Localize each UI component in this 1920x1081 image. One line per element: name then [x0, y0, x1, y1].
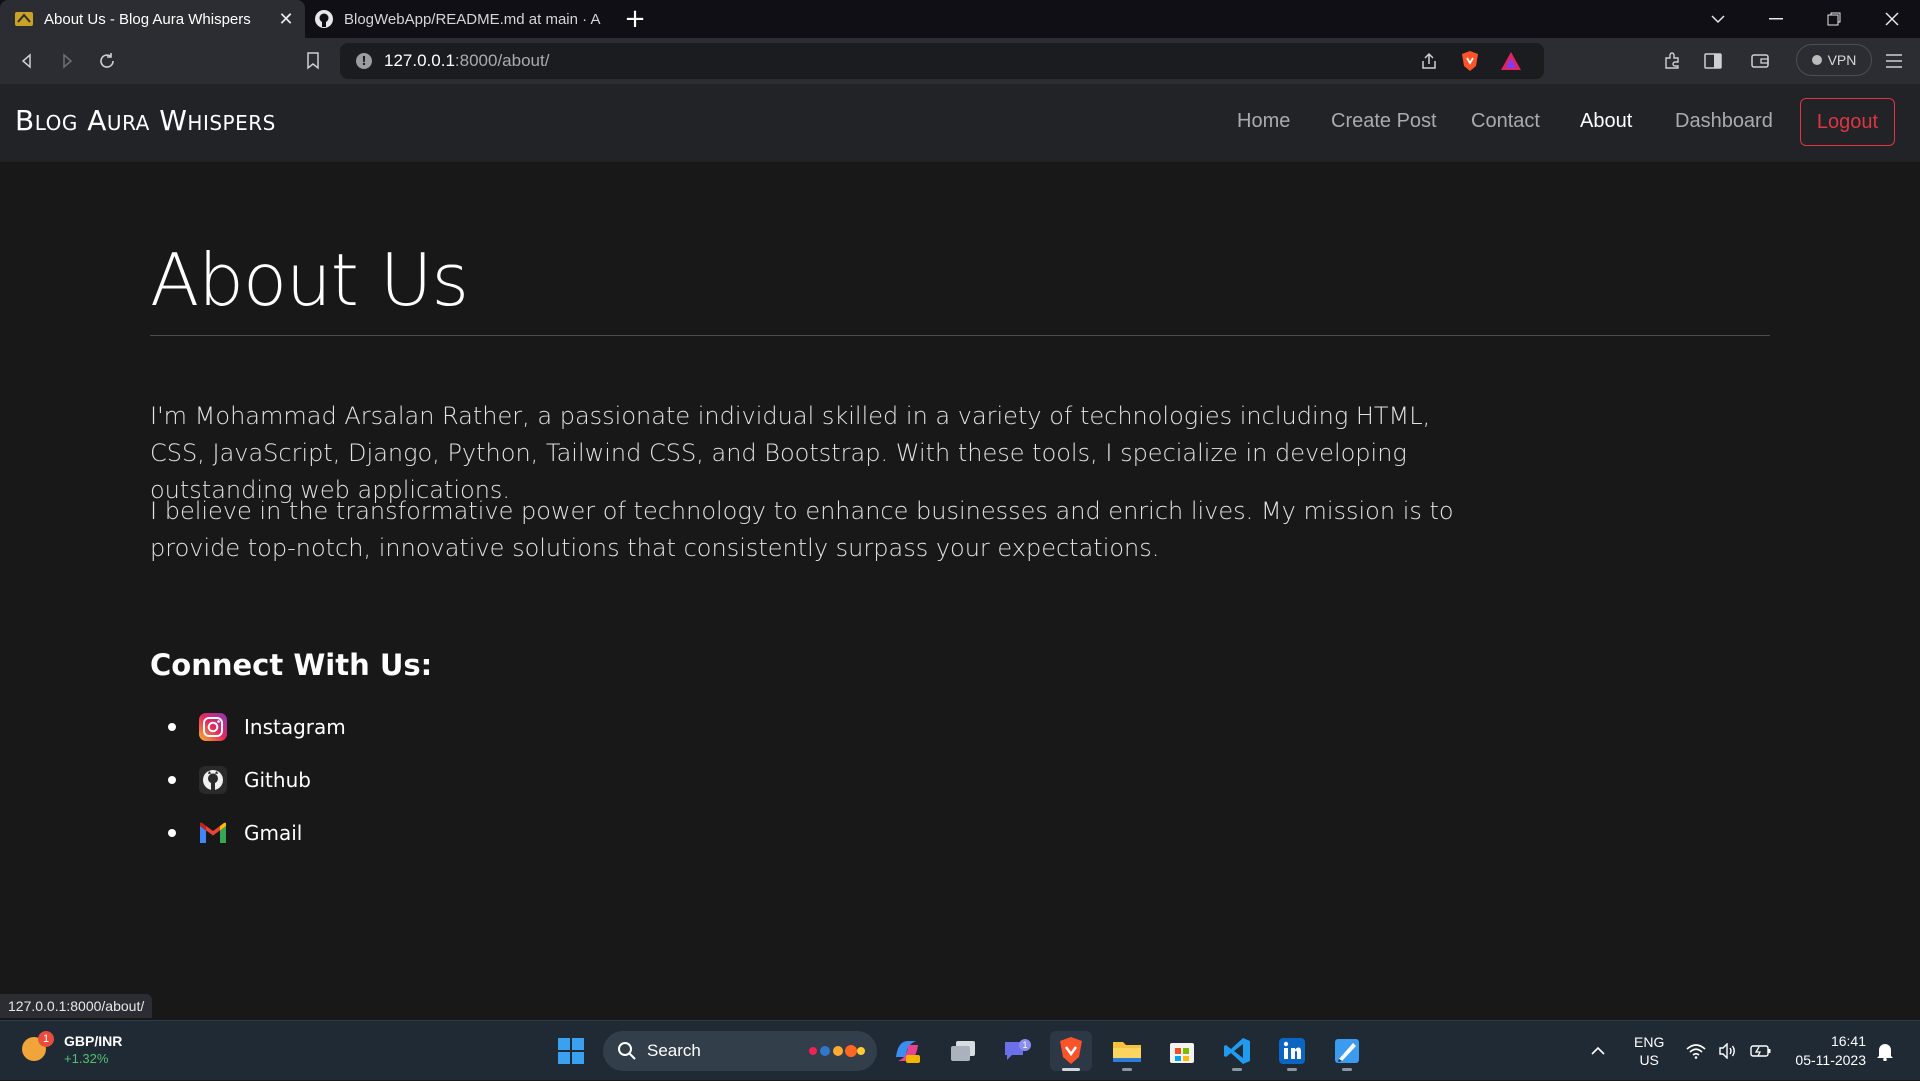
copilot-icon[interactable]	[886, 1031, 928, 1071]
minimize-icon[interactable]	[1748, 0, 1804, 38]
tab-github-readme[interactable]: BlogWebApp/README.md at main · A	[308, 0, 606, 38]
search-label: Search	[647, 1041, 701, 1060]
linkedin-icon[interactable]	[1271, 1031, 1313, 1071]
address-url[interactable]: 127.0.0.1:8000/about/	[384, 51, 549, 71]
title-divider	[150, 335, 1770, 336]
browser-tab-strip: About Us - Blog Aura Whispers ✕ BlogWebA…	[0, 0, 1920, 38]
widget-badge: 1	[38, 1031, 54, 1047]
menu-icon[interactable]	[1879, 47, 1909, 75]
chevron-up-icon	[1591, 1046, 1605, 1055]
ticker-change: +1.32%	[64, 1051, 109, 1066]
vpn-button[interactable]: VPN	[1796, 44, 1872, 76]
social-link-gmail[interactable]: Gmail	[168, 806, 346, 859]
running-indicator	[1232, 1068, 1242, 1071]
logout-button[interactable]: Logout	[1800, 98, 1895, 146]
browser-toolbar: ! 127.0.0.1:8000/about/ VPN	[0, 38, 1920, 84]
brave-browser-icon[interactable]	[1050, 1031, 1092, 1071]
ticker-symbol: GBP/INR	[64, 1033, 123, 1049]
battery-icon	[1750, 1045, 1771, 1057]
brave-shields-icon[interactable]	[1455, 47, 1485, 75]
new-tab-button[interactable]: +	[620, 4, 650, 34]
social-label: Instagram	[244, 714, 346, 739]
search-highlight-icon	[809, 1045, 865, 1057]
taskbar-clock[interactable]: 16:41 05-11-2023	[1786, 1021, 1866, 1081]
running-indicator	[1287, 1068, 1297, 1071]
start-button[interactable]	[550, 1031, 592, 1071]
microsoft-store-icon[interactable]	[1161, 1031, 1203, 1071]
nav-dashboard[interactable]: Dashboard	[1675, 110, 1773, 133]
tab-about-us[interactable]: About Us - Blog Aura Whispers ✕	[0, 0, 305, 38]
lang-region: US	[1639, 1052, 1659, 1068]
close-window-icon[interactable]	[1864, 0, 1920, 38]
restore-icon[interactable]	[1806, 0, 1862, 38]
tab-search-chevron-icon[interactable]	[1690, 0, 1746, 38]
bookmark-icon[interactable]	[298, 47, 328, 75]
wallet-icon[interactable]	[1745, 47, 1775, 75]
vpn-status-icon	[1811, 55, 1822, 65]
nav-contact[interactable]: Contact	[1471, 110, 1540, 133]
close-tab-icon[interactable]: ✕	[273, 9, 299, 30]
social-link-github[interactable]: Github	[168, 753, 346, 806]
teams-chat-icon[interactable]: 1	[996, 1031, 1038, 1071]
forward-icon[interactable]	[52, 47, 82, 75]
running-indicator	[1062, 1068, 1080, 1071]
share-icon[interactable]	[1414, 47, 1444, 75]
file-explorer-icon[interactable]	[1106, 1031, 1148, 1071]
system-tray-status[interactable]	[1686, 1021, 1772, 1081]
nav-home[interactable]: Home	[1237, 110, 1290, 133]
extensions-icon[interactable]	[1657, 47, 1687, 75]
vpn-label: VPN	[1827, 52, 1857, 68]
social-link-instagram[interactable]: Instagram	[168, 700, 346, 753]
gmail-icon	[198, 818, 228, 848]
show-hidden-icons[interactable]	[1590, 1021, 1606, 1081]
instagram-icon	[198, 712, 228, 742]
search-icon	[618, 1042, 636, 1060]
site-info-icon[interactable]: !	[356, 53, 372, 69]
site-navbar: Blog Aura Whispers Home Create Post Cont…	[0, 84, 1920, 162]
address-bar[interactable]: ! 127.0.0.1:8000/about/	[340, 43, 1544, 79]
list-bullet	[168, 722, 176, 731]
running-indicator	[1342, 1068, 1352, 1071]
list-bullet	[168, 828, 176, 837]
page-title: About Us	[150, 238, 469, 322]
social-links-list: Instagram Github Gmail	[168, 700, 346, 859]
sidebar-toggle-icon[interactable]	[1698, 47, 1728, 75]
windows-taskbar: 1 GBP/INR +1.32% Search 1 ENG US 16:41 0…	[0, 1020, 1920, 1080]
lang-code: ENG	[1634, 1034, 1665, 1050]
tab-title: About Us - Blog Aura Whispers	[44, 10, 251, 28]
social-label: Gmail	[244, 820, 303, 845]
stock-ticker-widget[interactable]: 1 GBP/INR +1.32%	[22, 1031, 142, 1071]
clock-date: 05-11-2023	[1795, 1052, 1866, 1068]
social-label: Github	[244, 767, 311, 792]
connect-heading: Connect With Us:	[150, 648, 433, 682]
nav-create-post[interactable]: Create Post	[1331, 110, 1437, 133]
github-icon	[198, 765, 228, 795]
clock-time: 16:41	[1830, 1033, 1866, 1049]
nav-about[interactable]: About	[1580, 110, 1632, 133]
running-indicator	[1122, 1068, 1132, 1071]
svg-text:1: 1	[1022, 1040, 1027, 1050]
brave-rewards-icon[interactable]	[1496, 47, 1526, 75]
url-path: :8000/about/	[454, 51, 550, 70]
site-brand-link[interactable]: Blog Aura Whispers	[15, 104, 276, 137]
url-host: 127.0.0.1	[384, 51, 455, 70]
notifications-bell-icon[interactable]	[1876, 1021, 1894, 1081]
mission-paragraph: I believe in the transformative power of…	[150, 497, 1454, 562]
reload-icon[interactable]	[92, 47, 122, 75]
tab-title: BlogWebApp/README.md at main · A	[344, 10, 601, 28]
wifi-icon	[1686, 1044, 1706, 1059]
vscode-icon[interactable]	[1216, 1031, 1258, 1071]
status-url-bubble: 127.0.0.1:8000/about/	[0, 994, 153, 1018]
volume-icon	[1719, 1043, 1735, 1059]
github-favicon-icon	[314, 9, 334, 29]
input-language[interactable]: ENG US	[1634, 1021, 1664, 1081]
list-bullet	[168, 775, 176, 784]
back-icon[interactable]	[12, 47, 42, 75]
paint-icon[interactable]	[1326, 1031, 1368, 1071]
task-view-icon[interactable]	[942, 1031, 984, 1071]
taskbar-search[interactable]: Search	[603, 1031, 877, 1071]
site-favicon-icon	[14, 9, 34, 29]
